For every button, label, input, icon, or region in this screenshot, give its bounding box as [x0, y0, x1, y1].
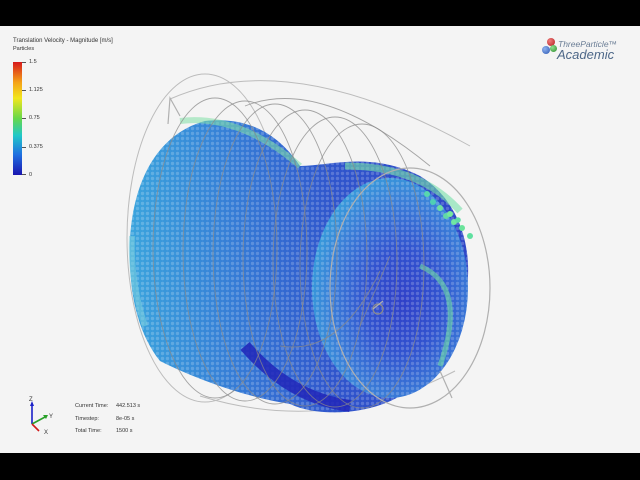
tick-label: 1.125	[29, 87, 43, 93]
current-time-value: 442.513 s	[116, 403, 141, 409]
tick-mark	[22, 174, 26, 175]
tick-mark	[22, 90, 26, 91]
y-axis-arrow-icon	[31, 416, 46, 425]
threeparticle-logo: ThreeParticle™ Academic	[540, 37, 635, 63]
logo-green-sphere-icon	[550, 45, 557, 52]
current-time-label: Current Time:	[75, 403, 109, 409]
z-axis-label: Z	[29, 397, 33, 403]
tick-mark	[22, 118, 26, 119]
simulation-viewport[interactable]: Translation Velocity - Magnitude [m/s] P…	[0, 26, 640, 453]
axis-triad: Z Y X	[29, 397, 53, 434]
legend-title: Translation Velocity - Magnitude [m/s]	[13, 38, 113, 44]
timestep-value: 8e-05 s	[116, 416, 135, 422]
tick-label-min: 0	[29, 172, 33, 178]
total-time-label: Total Time:	[75, 428, 102, 434]
legend-subtitle: Particles	[13, 46, 35, 52]
tick-label-max: 1.5	[29, 59, 37, 65]
tick-mark	[22, 147, 26, 148]
tick-label: 0.375	[29, 144, 43, 150]
total-time-value: 1500 s	[116, 428, 133, 434]
x-axis-label: X	[44, 430, 48, 434]
logo-blue-sphere-icon	[542, 46, 550, 54]
particle-scene[interactable]	[0, 26, 640, 453]
x-axis-arrow-icon	[31, 423, 40, 432]
logo-product-text: Academic	[557, 47, 615, 62]
y-axis-label: Y	[49, 414, 53, 420]
color-scale-bar	[13, 62, 22, 175]
tick-mark	[22, 62, 26, 63]
tick-label: 0.75	[29, 115, 40, 121]
timestep-label: Timestep:	[75, 416, 99, 422]
particle-bed	[128, 117, 469, 413]
